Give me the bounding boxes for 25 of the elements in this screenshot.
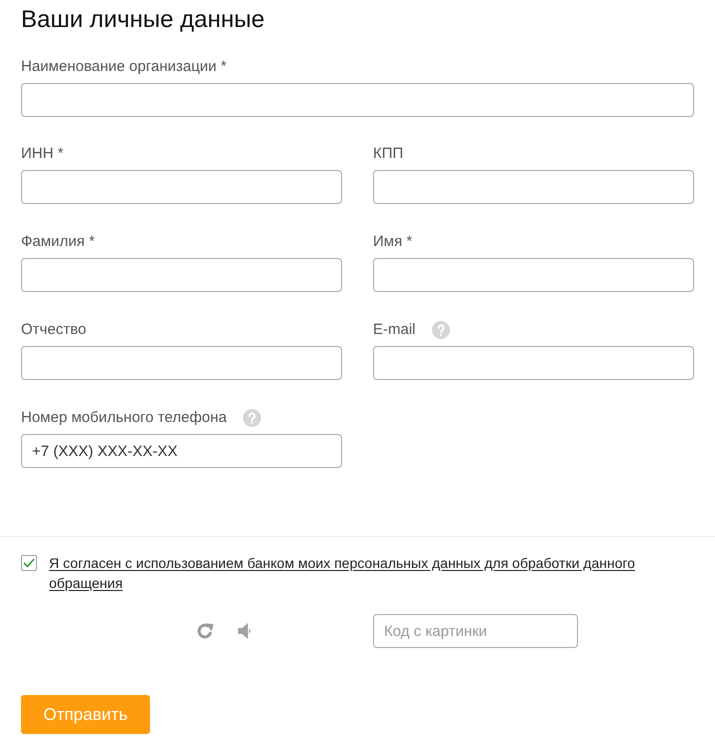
text-field[interactable] — [373, 258, 694, 292]
help-icon[interactable] — [242, 409, 261, 427]
text-field[interactable] — [21, 170, 342, 204]
text-field[interactable]: +7 (XXX) XXX-XX-XX — [21, 434, 342, 468]
text-field[interactable] — [21, 83, 694, 117]
captcha-code-field[interactable]: Код с картинки — [373, 614, 578, 648]
field-label: Наименование организации * — [21, 57, 227, 77]
field-label: Отчество — [21, 320, 86, 340]
consent-link[interactable]: Я согласен с использованием банком моих персональных данных для обработки данного обращения — [49, 553, 689, 593]
checkmark-icon — [23, 558, 35, 568]
field-label: Номер мобильного телефона — [21, 408, 227, 428]
field-label: ИНН * — [21, 144, 64, 164]
checkbox[interactable] — [21, 555, 37, 571]
speaker-icon[interactable] — [238, 623, 252, 639]
text-field[interactable] — [373, 346, 694, 380]
help-icon[interactable] — [432, 321, 450, 339]
field-label: КПП — [373, 144, 404, 164]
field-label: Фамилия * — [21, 232, 95, 252]
refresh-icon[interactable] — [196, 622, 214, 640]
text-field[interactable] — [21, 258, 342, 292]
text-field[interactable] — [21, 346, 342, 380]
field-label: Имя * — [373, 232, 412, 252]
form-heading: Ваши личные данные — [21, 5, 266, 35]
field-label: E-mail — [373, 320, 416, 340]
text-field[interactable] — [373, 170, 694, 204]
